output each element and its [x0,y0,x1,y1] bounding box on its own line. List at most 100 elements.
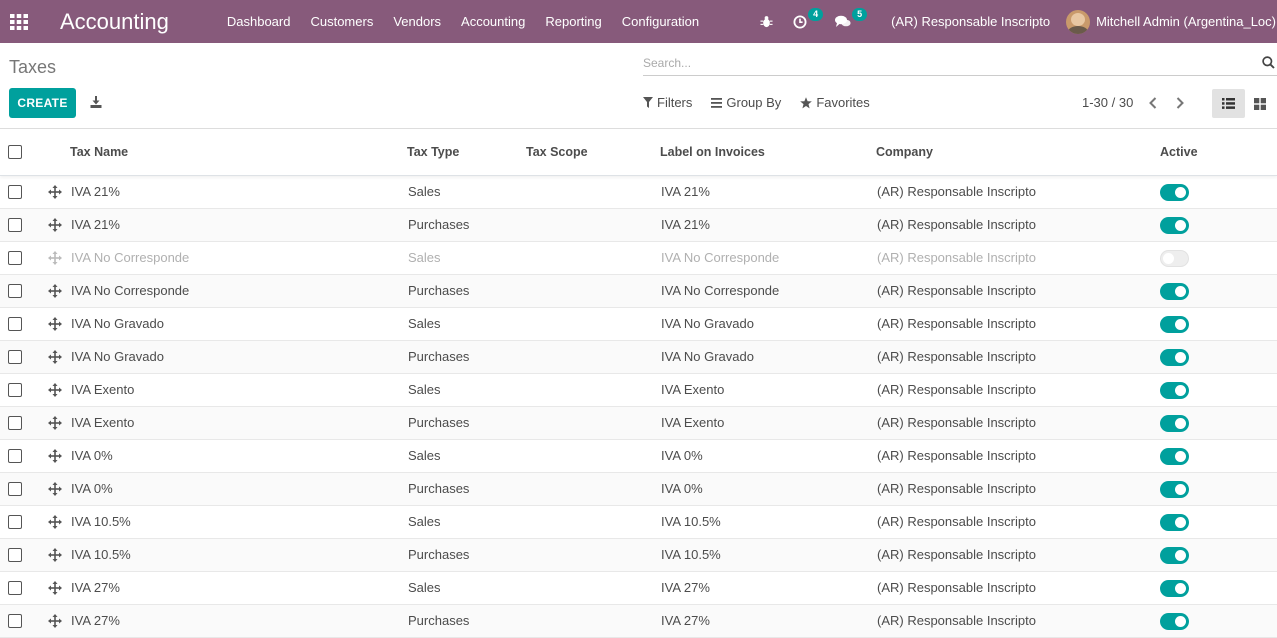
active-toggle[interactable] [1160,382,1189,399]
move-handle-icon[interactable] [48,218,62,232]
move-handle-icon[interactable] [48,317,62,331]
active-toggle[interactable] [1160,580,1189,597]
move-handle-icon[interactable] [48,251,62,265]
menu-vendors[interactable]: Vendors [383,0,451,43]
taxes-list: Tax Name Tax Type Tax Scope Label on Inv… [0,128,1277,638]
row-checkbox[interactable] [8,449,22,463]
active-toggle[interactable] [1160,481,1189,498]
cell-label-on-invoices: IVA No Corresponde [661,250,780,265]
move-handle-icon[interactable] [48,614,62,628]
favorites-dropdown[interactable]: Favorites [800,95,870,110]
header-label-on-invoices[interactable]: Label on Invoices [660,145,765,159]
cell-tax-type: Purchases [408,283,470,298]
header-tax-scope[interactable]: Tax Scope [526,145,588,159]
row-checkbox[interactable] [8,251,22,265]
table-row[interactable]: IVA 21% Sales IVA 21% (AR) Responsable Insc… [0,176,1277,209]
move-handle-icon[interactable] [48,548,62,562]
move-handle-icon[interactable] [48,383,62,397]
app-brand[interactable]: Accounting [60,9,169,35]
active-toggle[interactable] [1160,184,1189,201]
select-all-checkbox[interactable] [8,145,22,159]
move-handle-icon[interactable] [48,185,62,199]
active-toggle[interactable] [1160,547,1189,564]
menu-dashboard[interactable]: Dashboard [217,0,301,43]
table-row[interactable]: IVA 21% Purchases IVA 21% (AR) Responsable … [0,209,1277,242]
header-tax-name[interactable]: Tax Name [70,145,128,159]
company-switcher[interactable]: (AR) Responsable Inscripto [865,14,1066,29]
move-handle-icon[interactable] [48,482,62,496]
cell-company: (AR) Responsable Inscripto [877,184,1036,199]
favorites-label: Favorites [816,95,870,110]
menu-accounting[interactable]: Accounting [451,0,535,43]
cell-tax-name: IVA No Gravado [71,316,164,331]
top-navbar: Accounting Dashboard Customers Vendors A… [0,0,1277,43]
row-checkbox[interactable] [8,416,22,430]
cell-label-on-invoices: IVA 10.5% [661,514,721,529]
row-checkbox[interactable] [8,317,22,331]
table-row[interactable]: IVA 10.5% Sales IVA 10.5% (AR) Responsable … [0,506,1277,539]
active-toggle[interactable] [1160,283,1189,300]
activities-button[interactable]: 4 [783,0,824,43]
move-handle-icon[interactable] [48,449,62,463]
header-active[interactable]: Active [1160,145,1198,159]
groupby-dropdown[interactable]: Group By [711,95,781,110]
row-checkbox[interactable] [8,515,22,529]
table-row[interactable]: IVA No Corresponde Purchases IVA No Corres… [0,275,1277,308]
row-checkbox[interactable] [8,548,22,562]
row-checkbox[interactable] [8,350,22,364]
active-toggle[interactable] [1160,349,1189,366]
table-row[interactable]: IVA No Corresponde Sales IVA No Correspond… [0,242,1277,275]
filters-dropdown[interactable]: Filters [643,95,692,110]
messages-button[interactable]: 5 [821,0,868,43]
menu-reporting[interactable]: Reporting [535,0,611,43]
table-row[interactable]: IVA No Gravado Purchases IVA No Gravado (AR… [0,341,1277,374]
kanban-view-button[interactable] [1245,89,1275,118]
header-tax-type[interactable]: Tax Type [407,145,459,159]
pager-value[interactable]: 1-30 / 30 [1082,95,1133,110]
apps-menu-button[interactable] [0,0,38,43]
list-view-button[interactable] [1212,89,1245,118]
search-input[interactable] [643,52,1243,74]
active-toggle[interactable] [1160,250,1189,267]
cell-company: (AR) Responsable Inscripto [877,250,1036,265]
row-checkbox[interactable] [8,383,22,397]
row-checkbox[interactable] [8,482,22,496]
active-toggle[interactable] [1160,415,1189,432]
pager-previous-button[interactable] [1145,95,1161,111]
cell-company: (AR) Responsable Inscripto [877,382,1036,397]
menu-configuration[interactable]: Configuration [612,0,709,43]
move-handle-icon[interactable] [48,416,62,430]
row-checkbox[interactable] [8,218,22,232]
export-button[interactable] [86,92,106,112]
create-button[interactable]: CREATE [9,88,76,118]
search-icon[interactable] [1262,56,1275,69]
active-toggle[interactable] [1160,217,1189,234]
row-checkbox[interactable] [8,581,22,595]
row-checkbox[interactable] [8,185,22,199]
user-menu[interactable]: Mitchell Admin (Argentina_Loc) [1066,9,1277,34]
move-handle-icon[interactable] [48,581,62,595]
table-row[interactable]: IVA 27% Purchases IVA 27% (AR) Responsable … [0,605,1277,638]
table-row[interactable]: IVA 10.5% Purchases IVA 10.5% (AR) Responsa… [0,539,1277,572]
row-checkbox[interactable] [8,284,22,298]
move-handle-icon[interactable] [48,350,62,364]
table-row[interactable]: IVA Exento Sales IVA Exento (AR) Responsabl… [0,374,1277,407]
table-row[interactable]: IVA Exento Purchases IVA Exento (AR) Respon… [0,407,1277,440]
move-handle-icon[interactable] [48,515,62,529]
cell-tax-name: IVA No Corresponde [71,250,190,265]
menu-customers[interactable]: Customers [300,0,383,43]
move-handle-icon[interactable] [48,284,62,298]
table-body: IVA 21% Sales IVA 21% (AR) Responsable Insc… [0,176,1277,638]
row-checkbox[interactable] [8,614,22,628]
active-toggle[interactable] [1160,514,1189,531]
active-toggle[interactable] [1160,448,1189,465]
table-row[interactable]: IVA 0% Sales IVA 0% (AR) Responsable Inscri… [0,440,1277,473]
pager-next-button[interactable] [1172,95,1188,111]
table-row[interactable]: IVA 0% Purchases IVA 0% (AR) Responsable In… [0,473,1277,506]
header-company[interactable]: Company [876,145,933,159]
active-toggle[interactable] [1160,316,1189,333]
debug-button[interactable] [750,0,783,43]
table-row[interactable]: IVA No Gravado Sales IVA No Gravado (AR) Re… [0,308,1277,341]
table-row[interactable]: IVA 27% Sales IVA 27% (AR) Responsable Insc… [0,572,1277,605]
active-toggle[interactable] [1160,613,1189,630]
